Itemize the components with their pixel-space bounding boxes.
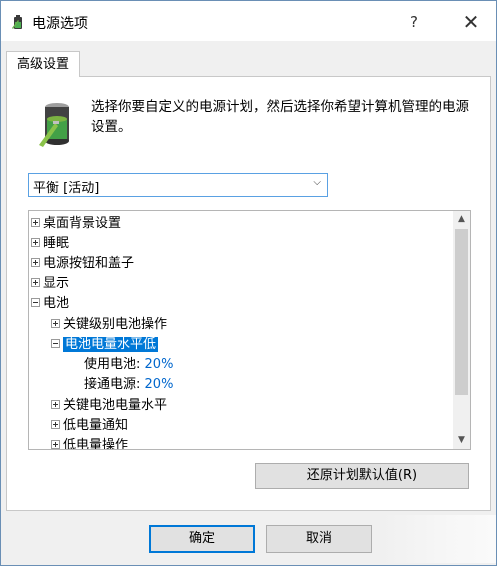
tree-item-display[interactable]: 显示 (31, 274, 69, 294)
tree-item-low-battery-level[interactable]: 电池电量水平低 (51, 335, 159, 355)
power-options-window: 电源选项 ? ✕ 高级设置 选择你要自定义的电源计划，然后选择你希望计算机管理的… (0, 0, 497, 566)
tree-item-low-battery-action[interactable]: 低电量操作 (51, 436, 129, 450)
scroll-up-icon[interactable]: ▲ (453, 211, 470, 228)
tree-item-label: 低电量操作 (63, 438, 129, 450)
dialog-content: 高级设置 选择你要自定义的电源计划，然后选择你希望计算机管理的电源设置。 平衡 … (1, 41, 496, 565)
tree-item-desktop-background[interactable]: 桌面背景设置 (31, 214, 121, 234)
expand-icon[interactable] (51, 440, 60, 449)
close-button[interactable]: ✕ (453, 9, 489, 35)
tree-item-battery[interactable]: 电池 (31, 294, 69, 314)
tree-item-low-battery-notification[interactable]: 低电量通知 (51, 416, 128, 436)
tree-item-label: 关键级别电池操作 (63, 317, 168, 332)
battery-plug-icon (39, 103, 69, 147)
power-plan-select[interactable]: 平衡 [活动] ⌵ (28, 173, 328, 197)
settings-tree[interactable]: 桌面背景设置 睡眠 电源按钮和盖子 显示 电池 关键级别电池操作 电池电量水平低… (28, 210, 471, 450)
collapse-icon[interactable] (31, 298, 40, 307)
setting-label: 接通电源: (84, 377, 141, 392)
setting-value-link[interactable]: 20% (145, 377, 174, 392)
tree-item-label: 显示 (43, 276, 70, 291)
tree-item-power-buttons[interactable]: 电源按钮和盖子 (31, 254, 134, 274)
title-bar[interactable]: 电源选项 ? ✕ (1, 1, 496, 41)
tree-scrollbar[interactable]: ▲ ▼ (453, 211, 470, 449)
tree-item-sleep[interactable]: 睡眠 (31, 234, 69, 254)
tree-item-label: 电池 (43, 296, 70, 311)
expand-icon[interactable] (51, 319, 60, 328)
help-button[interactable]: ? (399, 9, 429, 35)
setting-label: 使用电池: (84, 357, 141, 372)
expand-icon[interactable] (31, 258, 40, 267)
scroll-down-icon[interactable]: ▼ (453, 432, 470, 449)
watermark-overlay (381, 515, 496, 563)
expand-icon[interactable] (51, 400, 60, 409)
scroll-thumb[interactable] (455, 229, 468, 395)
tree-item-label-selected: 电池电量水平低 (63, 337, 159, 352)
tree-item-critical-battery-action[interactable]: 关键级别电池操作 (51, 315, 167, 335)
tree-item-label: 电源按钮和盖子 (43, 256, 135, 271)
expand-icon[interactable] (31, 278, 40, 287)
tree-item-label: 低电量通知 (63, 418, 129, 433)
power-plan-value: 平衡 [活动] (33, 181, 100, 196)
expand-icon[interactable] (31, 218, 40, 227)
power-battery-icon (12, 15, 22, 29)
restore-defaults-button[interactable]: 还原计划默认值(R) (255, 463, 469, 489)
tree-item-critical-battery-level[interactable]: 关键电池电量水平 (51, 396, 167, 416)
tree-item-plugged-in[interactable]: 接通电源: 20% (84, 375, 173, 395)
description-text: 选择你要自定义的电源计划，然后选择你希望计算机管理的电源设置。 (91, 99, 469, 135)
tree-item-on-battery[interactable]: 使用电池: 20% (84, 355, 173, 375)
expand-icon[interactable] (31, 238, 40, 247)
tree-item-label: 睡眠 (43, 236, 70, 251)
setting-value-link[interactable]: 20% (145, 357, 174, 372)
tree-item-label: 桌面背景设置 (43, 216, 122, 231)
settings-panel: 选择你要自定义的电源计划，然后选择你希望计算机管理的电源设置。 平衡 [活动] … (6, 76, 491, 511)
expand-icon[interactable] (51, 420, 60, 429)
window-title: 电源选项 (32, 16, 88, 32)
ok-button[interactable]: 确定 (149, 525, 255, 553)
chevron-down-icon: ⌵ (313, 177, 321, 188)
collapse-icon[interactable] (51, 339, 60, 348)
cancel-button[interactable]: 取消 (266, 525, 372, 553)
tab-advanced-settings[interactable]: 高级设置 (6, 51, 80, 77)
tree-item-label: 关键电池电量水平 (63, 398, 168, 413)
